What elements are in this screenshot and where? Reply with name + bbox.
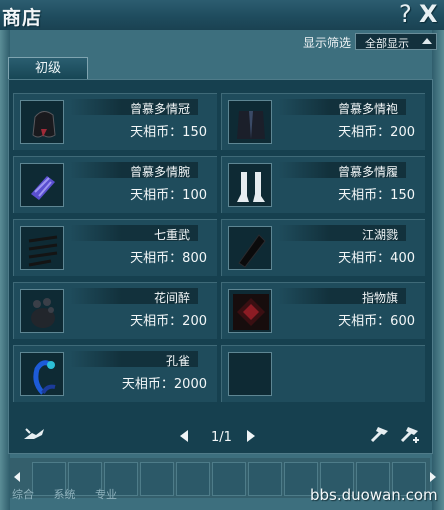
robe-icon — [228, 100, 272, 144]
shop-item[interactable]: 曾慕多情冠 天相币：150 — [13, 93, 217, 150]
shop-item[interactable]: 花间醉 天相币：200 — [13, 282, 217, 339]
filter-dropdown[interactable]: 全部显示 — [355, 33, 437, 50]
item-price: 天相币：100 — [130, 188, 207, 203]
item-name: 曾慕多情袍 — [337, 102, 398, 116]
chat-tabs: 综合 系统 专业 — [12, 486, 133, 502]
tab-basic[interactable]: 初级 — [8, 57, 88, 79]
banner-icon — [228, 289, 272, 333]
item-name: 花间醉 — [153, 291, 190, 305]
item-price: 天相币：2000 — [121, 377, 207, 392]
inventory-slot[interactable] — [248, 462, 282, 496]
watermark: bbs.duowan.com — [310, 486, 438, 504]
chat-tab-system[interactable]: 系统 — [54, 488, 76, 501]
item-price: 天相币：400 — [338, 251, 415, 266]
shop-item[interactable]: 指物旗 天相币：600 — [221, 282, 425, 339]
bag-scroll-left-icon[interactable] — [14, 472, 20, 482]
item-price: 天相币：200 — [130, 314, 207, 329]
shop-item[interactable]: 曾慕多情腕 天相币：100 — [13, 156, 217, 213]
item-price: 天相币：800 — [130, 251, 207, 266]
filter-value: 全部显示 — [365, 37, 409, 50]
page-indicator: 1/1 — [211, 430, 232, 445]
repair-icon[interactable] — [22, 425, 46, 446]
item-name: 指物旗 — [361, 291, 398, 305]
flower-jar-icon — [20, 289, 64, 333]
inventory-slot[interactable] — [140, 462, 174, 496]
shop-item[interactable]: 曾慕多情袍 天相币：200 — [221, 93, 425, 150]
blade-icon — [228, 226, 272, 270]
bag-scroll-right-icon[interactable] — [430, 472, 436, 482]
filter-label: 显示筛选 — [303, 36, 352, 50]
close-icon[interactable]: X — [419, 0, 438, 28]
window-title: 商店 — [2, 7, 43, 29]
inventory-slot[interactable] — [176, 462, 210, 496]
title-bar: 商店 ? X — [0, 0, 444, 30]
item-name: 曾慕多情履 — [337, 165, 398, 179]
batch-repair-icon[interactable] — [398, 425, 422, 448]
item-name: 曾慕多情冠 — [129, 102, 190, 116]
shop-item[interactable]: 江湖戮 天相币：400 — [221, 219, 425, 276]
inventory-slot[interactable] — [212, 462, 246, 496]
shop-item[interactable]: 孔雀 天相币：2000 — [13, 345, 217, 402]
hammer-icon[interactable] — [368, 425, 390, 448]
item-price: 天相币：150 — [130, 125, 207, 140]
prev-page-icon[interactable] — [180, 430, 188, 442]
peacock-icon — [20, 352, 64, 396]
bracer-icon — [20, 163, 64, 207]
item-name: 江湖戮 — [361, 228, 398, 242]
shop-item[interactable]: 曾慕多情履 天相币：150 — [221, 156, 425, 213]
dropdown-arrow-icon — [422, 38, 432, 44]
help-icon[interactable]: ? — [399, 0, 412, 28]
weapons-icon — [20, 226, 64, 270]
boots-icon — [228, 163, 272, 207]
shop-panel: 曾慕多情冠 天相币：150 曾慕多情袍 天相币：200 曾慕多情腕 天相币：10… — [8, 79, 433, 454]
empty-slot — [228, 352, 272, 396]
shop-item[interactable]: 七重武 天相币：800 — [13, 219, 217, 276]
item-price: 天相币：600 — [338, 314, 415, 329]
right-border — [432, 30, 444, 510]
next-page-icon[interactable] — [247, 430, 255, 442]
chat-tab-general[interactable]: 综合 — [12, 488, 34, 501]
item-name: 孔雀 — [165, 354, 190, 368]
item-price: 天相币：150 — [338, 188, 415, 203]
hood-icon — [20, 100, 64, 144]
chat-tab-professional[interactable]: 专业 — [95, 488, 117, 501]
empty-shop-slot — [221, 345, 425, 402]
item-price: 天相币：200 — [338, 125, 415, 140]
item-name: 曾慕多情腕 — [129, 165, 190, 179]
item-name: 七重武 — [153, 228, 190, 242]
